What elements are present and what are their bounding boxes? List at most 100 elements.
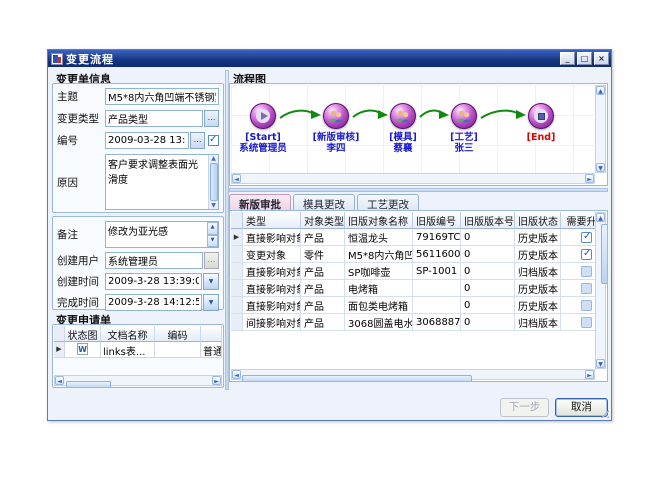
creator-label: 创建用户 bbox=[57, 253, 105, 268]
finish-time-input[interactable] bbox=[105, 294, 202, 311]
request-table: 状态图 文档名称 编码 ▶ links表... 普通 bbox=[54, 326, 222, 358]
main-table-vscrollbar[interactable]: ▲ ▼ bbox=[595, 212, 606, 369]
flow-canvas[interactable]: [Start]系统管理员 [新版审核]李四 [模具]蔡襄 [工艺]张三 [End… bbox=[231, 85, 595, 173]
remark-label: 备注 bbox=[57, 227, 105, 242]
close-button[interactable]: × bbox=[594, 52, 609, 65]
users-icon bbox=[327, 109, 345, 123]
col-doc-name[interactable]: 文档名称 bbox=[101, 326, 155, 342]
create-time-input[interactable] bbox=[105, 273, 202, 290]
scroll-right-icon[interactable]: ► bbox=[212, 376, 221, 385]
tab-process-change[interactable]: 工艺更改 bbox=[357, 194, 419, 210]
minimize-button[interactable]: _ bbox=[560, 52, 575, 65]
spin-up-icon[interactable]: ▲ bbox=[207, 222, 218, 235]
upgrade-checkbox[interactable] bbox=[581, 266, 592, 277]
flow-label-process: [工艺]张三 bbox=[426, 132, 502, 154]
create-time-dropdown-icon[interactable]: ▼ bbox=[203, 273, 219, 290]
col-old-name[interactable]: 旧版对象名称 bbox=[345, 212, 413, 229]
table-row[interactable]: 直接影响对象 产品 SP咖啡壶 SP-1001 0 归档版本 SP咖 bbox=[231, 263, 595, 280]
table-row[interactable]: 直接影响对象 产品 面包类电烤箱 0 历史版本 bbox=[231, 297, 595, 314]
reason-scrollbar[interactable]: ▲ ▼ bbox=[208, 155, 218, 209]
change-type-input[interactable] bbox=[105, 110, 203, 127]
spin-down-icon[interactable]: ▼ bbox=[207, 235, 218, 248]
col-type[interactable]: 类型 bbox=[243, 212, 301, 229]
finish-time-label: 完成时间 bbox=[57, 295, 105, 310]
scroll-up-icon[interactable]: ▲ bbox=[596, 86, 605, 95]
reason-label: 原因 bbox=[57, 175, 105, 190]
flow-label-end: [End] bbox=[503, 132, 579, 143]
scroll-left-icon[interactable]: ◄ bbox=[232, 370, 241, 379]
col-upgrade[interactable]: 需要升版 bbox=[561, 212, 595, 229]
main-table-panel: 类型 对象类型 旧版对象名称 旧版编号 旧版版本号 旧版状态 需要升版 新版 ▶… bbox=[229, 210, 608, 382]
request-table-hscrollbar[interactable]: ◄ ► bbox=[54, 375, 222, 386]
number-checkbox[interactable] bbox=[208, 135, 219, 146]
remark-textarea[interactable]: 修改为亚光感 bbox=[106, 222, 218, 247]
col-obj-type[interactable]: 对象类型 bbox=[301, 212, 345, 229]
scroll-up-icon[interactable]: ▲ bbox=[596, 213, 605, 222]
request-table-header: 状态图 文档名称 编码 bbox=[54, 326, 222, 342]
change-type-browse-button[interactable]: … bbox=[204, 110, 219, 127]
remark-spinner[interactable]: ▲ ▼ bbox=[207, 222, 218, 247]
flow-arrow-icon bbox=[278, 106, 322, 122]
col-old-status[interactable]: 旧版状态 bbox=[515, 212, 561, 229]
creator-browse-button[interactable]: … bbox=[204, 252, 219, 269]
horizontal-splitter[interactable] bbox=[229, 188, 608, 192]
change-info-box-bottom: 备注 修改为亚光感 ▲ ▼ 创建用户 … 创建时间 bbox=[52, 216, 224, 310]
next-button[interactable]: 下一步 bbox=[500, 398, 549, 417]
flow-arrow-icon bbox=[418, 106, 450, 122]
col-code[interactable]: 编码 bbox=[155, 326, 201, 342]
upgrade-checkbox[interactable] bbox=[581, 283, 592, 294]
col-status-icon[interactable]: 状态图 bbox=[65, 326, 101, 342]
cancel-button[interactable]: 取消 bbox=[555, 398, 608, 417]
scroll-up-icon[interactable]: ▲ bbox=[211, 155, 216, 162]
upgrade-checkbox[interactable] bbox=[581, 300, 592, 311]
flow-hscrollbar[interactable]: ◄ ► bbox=[231, 173, 595, 184]
scroll-left-icon[interactable]: ◄ bbox=[232, 174, 241, 183]
upgrade-checkbox[interactable] bbox=[581, 232, 592, 243]
col-extra[interactable] bbox=[201, 326, 222, 342]
flow-label-review: [新版审核]李四 bbox=[298, 132, 374, 154]
tab-mold-change[interactable]: 模具更改 bbox=[293, 194, 355, 210]
finish-time-dropdown-icon[interactable]: ▼ bbox=[203, 294, 219, 311]
table-row[interactable]: 变更对象 零件 M5*8内六角凹... 5611600 0 历史版本 M5*8 bbox=[231, 246, 595, 263]
scroll-left-icon[interactable]: ◄ bbox=[55, 376, 64, 385]
upgrade-checkbox[interactable] bbox=[581, 249, 592, 260]
number-browse-button[interactable]: … bbox=[190, 132, 205, 149]
subject-input[interactable] bbox=[105, 88, 219, 105]
users-icon bbox=[455, 109, 473, 123]
screen: 变更流程 _ □ × 变更单信息 主题 变更类型 … 编号 … bbox=[0, 0, 660, 477]
table-row[interactable]: ▶ 直接影响对象 产品 恒温龙头 79169TC 0 历史版本 bbox=[231, 229, 595, 246]
flow-node-mold[interactable] bbox=[390, 103, 416, 129]
table-row[interactable]: 间接影响对象 产品 3068圆盖电水壶 3068887 0 归档版本 bbox=[231, 314, 595, 331]
end-icon bbox=[534, 109, 548, 123]
flow-arrow-icon bbox=[479, 106, 527, 122]
scroll-down-icon[interactable]: ▼ bbox=[596, 163, 605, 172]
maximize-button[interactable]: □ bbox=[577, 52, 592, 65]
table-row[interactable]: 直接影响对象 产品 电烤箱 0 历史版本 bbox=[231, 280, 595, 297]
scroll-down-icon[interactable]: ▼ bbox=[211, 202, 216, 209]
number-input[interactable] bbox=[105, 132, 189, 149]
flow-node-process[interactable] bbox=[451, 103, 477, 129]
flow-node-review[interactable] bbox=[323, 103, 349, 129]
main-table-hscrollbar[interactable]: ◄ ► bbox=[231, 369, 595, 380]
app-icon bbox=[51, 53, 63, 65]
request-table-row[interactable]: ▶ links表... 普通 bbox=[54, 342, 222, 358]
col-old-no[interactable]: 旧版编号 bbox=[413, 212, 461, 229]
users-icon bbox=[394, 109, 412, 123]
number-label: 编号 bbox=[57, 133, 105, 148]
upgrade-checkbox[interactable] bbox=[581, 317, 592, 328]
title-bar[interactable]: 变更流程 _ □ × bbox=[48, 50, 611, 67]
flow-vscrollbar[interactable]: ▲ ▼ bbox=[595, 85, 606, 173]
flow-node-end[interactable] bbox=[528, 103, 554, 129]
request-table-box: 状态图 文档名称 编码 ▶ links表... 普通 ◄ ► bbox=[52, 324, 224, 388]
scroll-down-icon[interactable]: ▼ bbox=[596, 359, 605, 368]
reason-textarea[interactable]: 客户要求调整表面光滑度 bbox=[106, 155, 218, 209]
code-cell bbox=[155, 342, 201, 358]
scroll-right-icon[interactable]: ► bbox=[585, 174, 594, 183]
row-marker-icon: ▶ bbox=[56, 345, 61, 353]
flow-node-start[interactable] bbox=[250, 103, 276, 129]
col-old-ver[interactable]: 旧版版本号 bbox=[461, 212, 515, 229]
change-type-label: 变更类型 bbox=[57, 111, 105, 126]
tab-new-version-approval[interactable]: 新版审批 bbox=[229, 194, 291, 210]
scroll-right-icon[interactable]: ► bbox=[585, 370, 594, 379]
creator-input[interactable] bbox=[105, 252, 203, 269]
